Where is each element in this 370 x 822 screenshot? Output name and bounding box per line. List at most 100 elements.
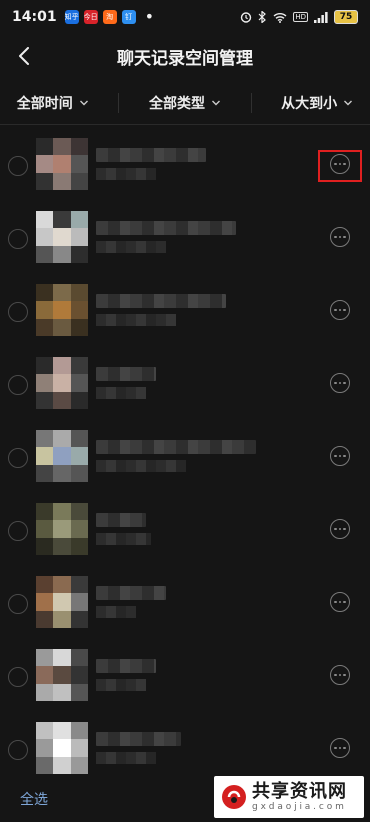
list-item[interactable] xyxy=(0,420,370,493)
back-button[interactable] xyxy=(10,42,38,70)
avatar-pixel xyxy=(53,430,71,448)
list-item[interactable] xyxy=(0,274,370,347)
avatar-pixel xyxy=(70,447,88,465)
select-checkbox[interactable] xyxy=(8,667,28,687)
filter-sort-dropdown[interactable]: 从大到小 xyxy=(277,87,357,119)
status-bar: 14:01 知乎 今日 淘 钉 • HD 75 xyxy=(0,0,370,34)
avatar-pixel xyxy=(70,138,88,156)
avatar xyxy=(36,576,88,628)
filter-sort-label: 从大到小 xyxy=(281,96,338,112)
more-options-button[interactable] xyxy=(330,227,350,247)
app-notification-icon-taobao: 淘 xyxy=(102,10,117,24)
more-dot xyxy=(343,454,346,458)
app-notification-icon-zhihu: 知乎 xyxy=(64,10,79,24)
avatar-pixel xyxy=(70,756,88,774)
more-dot xyxy=(334,381,337,385)
avatar-pixel xyxy=(53,374,71,392)
select-checkbox[interactable] xyxy=(8,375,28,395)
top-navigation-bar: 聊天记录空间管理 xyxy=(0,34,370,78)
avatar-pixel xyxy=(53,576,71,594)
avatar-pixel xyxy=(70,391,88,409)
avatar-pixel xyxy=(36,722,54,740)
select-checkbox[interactable] xyxy=(8,229,28,249)
select-checkbox[interactable] xyxy=(8,594,28,614)
avatar-pixel xyxy=(53,391,71,409)
avatar xyxy=(36,284,88,336)
avatar-pixel xyxy=(36,391,54,409)
notification-dot: • xyxy=(144,7,155,26)
avatar-pixel xyxy=(70,683,88,701)
more-dot xyxy=(343,600,346,604)
select-checkbox[interactable] xyxy=(8,448,28,468)
list-item[interactable] xyxy=(0,347,370,420)
avatar xyxy=(36,430,88,482)
avatar-pixel xyxy=(70,245,88,263)
avatar-pixel xyxy=(53,245,71,263)
avatar-pixel xyxy=(53,520,71,538)
avatar-pixel xyxy=(70,318,88,336)
chat-name-redacted xyxy=(96,513,146,527)
more-dot xyxy=(338,746,342,750)
annotation-highlight-box xyxy=(318,150,362,182)
avatar-pixel xyxy=(70,374,88,392)
more-options-button[interactable] xyxy=(330,519,350,539)
avatar-pixel xyxy=(53,593,71,611)
status-time: 14:01 xyxy=(12,9,57,25)
list-item[interactable] xyxy=(0,566,370,639)
list-item[interactable] xyxy=(0,712,370,785)
avatar-pixel xyxy=(36,503,54,521)
chat-name-redacted xyxy=(96,148,206,162)
avatar-pixel xyxy=(36,649,54,667)
filter-type-dropdown[interactable]: 全部类型 xyxy=(145,87,225,119)
more-dot xyxy=(343,527,346,531)
chat-name-redacted xyxy=(96,732,181,746)
app-notification-icon-dingtalk: 钉 xyxy=(121,10,136,24)
select-all-button[interactable]: 全选 xyxy=(20,789,48,809)
avatar-pixel xyxy=(53,503,71,521)
list-item[interactable] xyxy=(0,201,370,274)
avatar-pixel xyxy=(53,610,71,628)
select-checkbox[interactable] xyxy=(8,521,28,541)
avatar xyxy=(36,503,88,555)
chevron-down-icon xyxy=(79,100,88,106)
avatar-pixel xyxy=(53,722,71,740)
select-checkbox[interactable] xyxy=(8,740,28,760)
more-options-button[interactable] xyxy=(330,373,350,393)
list-item[interactable] xyxy=(0,128,370,201)
avatar-pixel xyxy=(53,301,71,319)
avatar-pixel xyxy=(36,138,54,156)
avatar-pixel xyxy=(36,610,54,628)
avatar xyxy=(36,211,88,263)
avatar-pixel xyxy=(70,739,88,757)
select-checkbox[interactable] xyxy=(8,302,28,322)
avatar-pixel xyxy=(36,520,54,538)
avatar-pixel xyxy=(36,172,54,190)
select-checkbox[interactable] xyxy=(8,156,28,176)
avatar-pixel xyxy=(70,666,88,684)
status-icons: HD 75 xyxy=(240,10,358,24)
list-item[interactable] xyxy=(0,639,370,712)
avatar-pixel xyxy=(36,374,54,392)
avatar-pixel xyxy=(36,464,54,482)
avatar-pixel xyxy=(36,683,54,701)
avatar-pixel xyxy=(53,666,71,684)
avatar-pixel xyxy=(53,357,71,375)
avatar-pixel xyxy=(36,211,54,229)
more-options-button[interactable] xyxy=(330,446,350,466)
filter-type-label: 全部类型 xyxy=(148,96,205,112)
battery-indicator: 75 xyxy=(334,10,358,24)
avatar-pixel xyxy=(70,520,88,538)
list-item[interactable] xyxy=(0,493,370,566)
chat-name-redacted xyxy=(96,586,166,600)
more-options-button[interactable] xyxy=(330,665,350,685)
avatar-pixel xyxy=(53,649,71,667)
more-options-button[interactable] xyxy=(330,592,350,612)
avatar-pixel xyxy=(70,576,88,594)
more-options-button[interactable] xyxy=(330,738,350,758)
more-dot xyxy=(338,308,342,312)
more-options-button[interactable] xyxy=(330,300,350,320)
chevron-down-icon xyxy=(211,100,220,106)
avatar-pixel xyxy=(36,357,54,375)
filter-time-dropdown[interactable]: 全部时间 xyxy=(13,87,93,119)
more-dot xyxy=(334,308,337,312)
